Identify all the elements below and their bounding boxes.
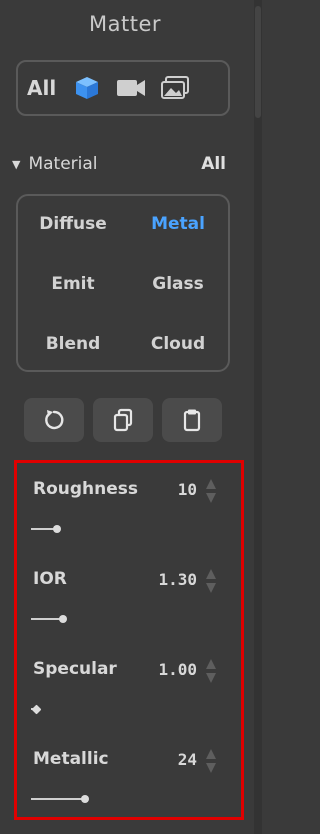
param-metallic-slider[interactable] bbox=[31, 793, 131, 805]
param-metallic-label: Metallic bbox=[33, 749, 109, 769]
material-scope-all[interactable]: All bbox=[201, 154, 242, 174]
param-ior-label: IOR bbox=[33, 569, 67, 589]
slider-knob[interactable] bbox=[59, 615, 67, 623]
param-specular-slider[interactable] bbox=[31, 703, 131, 715]
param-ior: IOR 1.30 bbox=[17, 553, 241, 633]
slider-track bbox=[31, 798, 83, 800]
slider-track bbox=[31, 528, 55, 530]
param-metallic-value[interactable]: 24 bbox=[178, 750, 197, 769]
slider-track bbox=[31, 618, 61, 620]
stepper-arrows-icon[interactable] bbox=[205, 567, 217, 595]
slider-knob[interactable] bbox=[53, 525, 61, 533]
stepper-arrows-icon[interactable] bbox=[205, 477, 217, 505]
slider-knob[interactable] bbox=[81, 795, 89, 803]
material-section-header[interactable]: ▼ Material All bbox=[12, 152, 242, 176]
images-icon[interactable] bbox=[153, 73, 197, 103]
stepper-arrows-icon[interactable] bbox=[205, 657, 217, 685]
video-camera-icon[interactable] bbox=[109, 73, 153, 103]
reset-icon bbox=[45, 410, 64, 430]
paste-icon bbox=[183, 409, 201, 432]
filter-all-button[interactable]: All bbox=[27, 76, 65, 100]
reset-button[interactable] bbox=[24, 398, 84, 442]
cube-icon[interactable] bbox=[65, 73, 109, 103]
param-roughness-label: Roughness bbox=[33, 479, 139, 499]
material-section-label: Material bbox=[28, 154, 98, 174]
material-blend-button[interactable]: Blend bbox=[23, 334, 123, 354]
scrollbar-thumb[interactable] bbox=[255, 6, 261, 118]
panel-scrollbar[interactable] bbox=[254, 0, 262, 834]
material-glass-button[interactable]: Glass bbox=[128, 274, 228, 294]
copy-icon bbox=[113, 408, 133, 432]
material-diffuse-button[interactable]: Diffuse bbox=[23, 214, 123, 234]
material-emit-button[interactable]: Emit bbox=[23, 274, 123, 294]
stepper-arrows-icon[interactable] bbox=[205, 747, 217, 775]
material-type-grid: Diffuse Metal Emit Glass Blend Cloud bbox=[16, 194, 230, 372]
param-ior-slider[interactable] bbox=[31, 613, 131, 625]
param-specular-label: Specular bbox=[33, 659, 117, 679]
filter-bar: All bbox=[16, 60, 230, 116]
material-tools bbox=[24, 398, 224, 442]
param-metallic: Metallic 24 bbox=[17, 733, 241, 813]
paste-button[interactable] bbox=[162, 398, 222, 442]
parameter-list: Roughness 10 IOR 1.30 Specular 1.00 Meta… bbox=[14, 460, 244, 820]
param-roughness-slider[interactable] bbox=[31, 523, 131, 535]
param-roughness: Roughness 10 bbox=[17, 463, 241, 543]
panel-title: Matter bbox=[88, 12, 161, 36]
slider-knob[interactable] bbox=[31, 704, 42, 715]
param-roughness-value[interactable]: 10 bbox=[178, 480, 197, 499]
copy-button[interactable] bbox=[93, 398, 153, 442]
param-specular: Specular 1.00 bbox=[17, 643, 241, 723]
material-metal-button[interactable]: Metal bbox=[128, 214, 228, 234]
collapse-triangle-icon[interactable]: ▼ bbox=[12, 158, 20, 171]
param-specular-value[interactable]: 1.00 bbox=[158, 660, 197, 679]
param-ior-value[interactable]: 1.30 bbox=[158, 570, 197, 589]
material-cloud-button[interactable]: Cloud bbox=[128, 334, 228, 354]
